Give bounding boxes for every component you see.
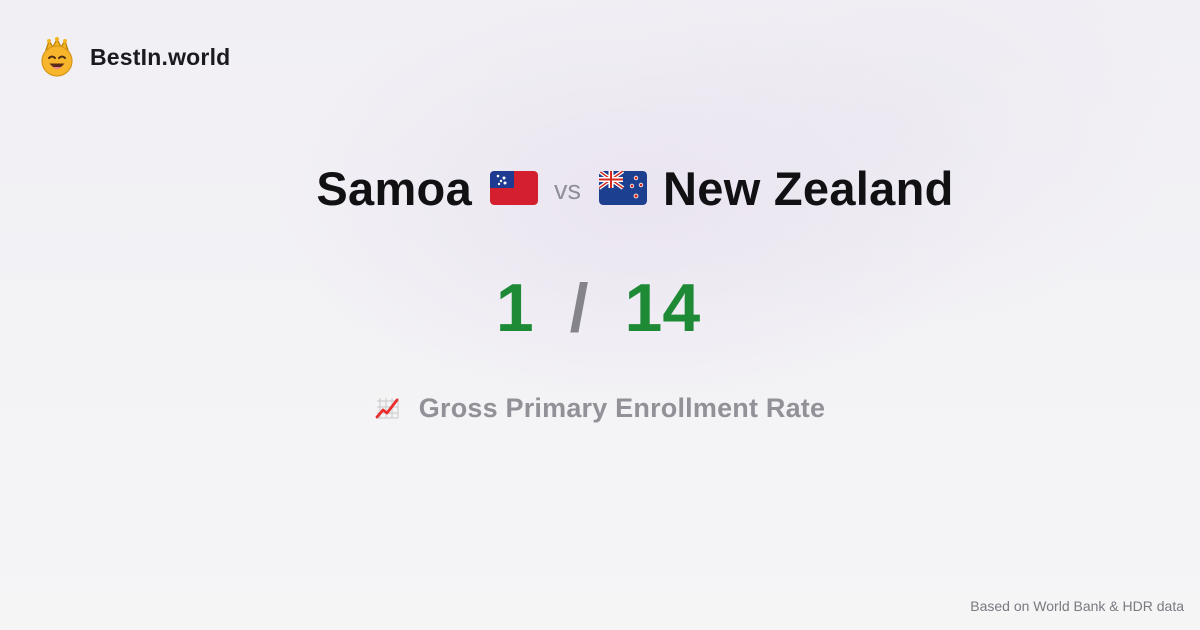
comparison-separator: vs [554,174,582,205]
country-matchup: Samoa vs New Zealand [0,158,1200,218]
new-zealand-flag-icon [599,171,648,205]
crowned-smiley-icon [41,37,73,77]
rank-comparison: 1 / 14 [0,268,1200,348]
brand[interactable]: BestIn.world [38,36,230,78]
right-country-name: New Zealand [663,161,954,215]
right-rank: 14 [624,270,701,346]
metric-label: Gross Primary Enrollment Rate [418,392,826,423]
chart-increasing-icon [373,395,400,421]
rank-separator: / [569,270,589,346]
left-country-name: Samoa [316,161,473,215]
samoa-flag-icon [490,171,539,205]
data-source-note: Based on World Bank & HDR data [970,598,1184,614]
left-rank: 1 [495,270,534,346]
brand-name: BestIn.world [90,43,231,70]
metric-row: Gross Primary Enrollment Rate [0,388,1200,428]
